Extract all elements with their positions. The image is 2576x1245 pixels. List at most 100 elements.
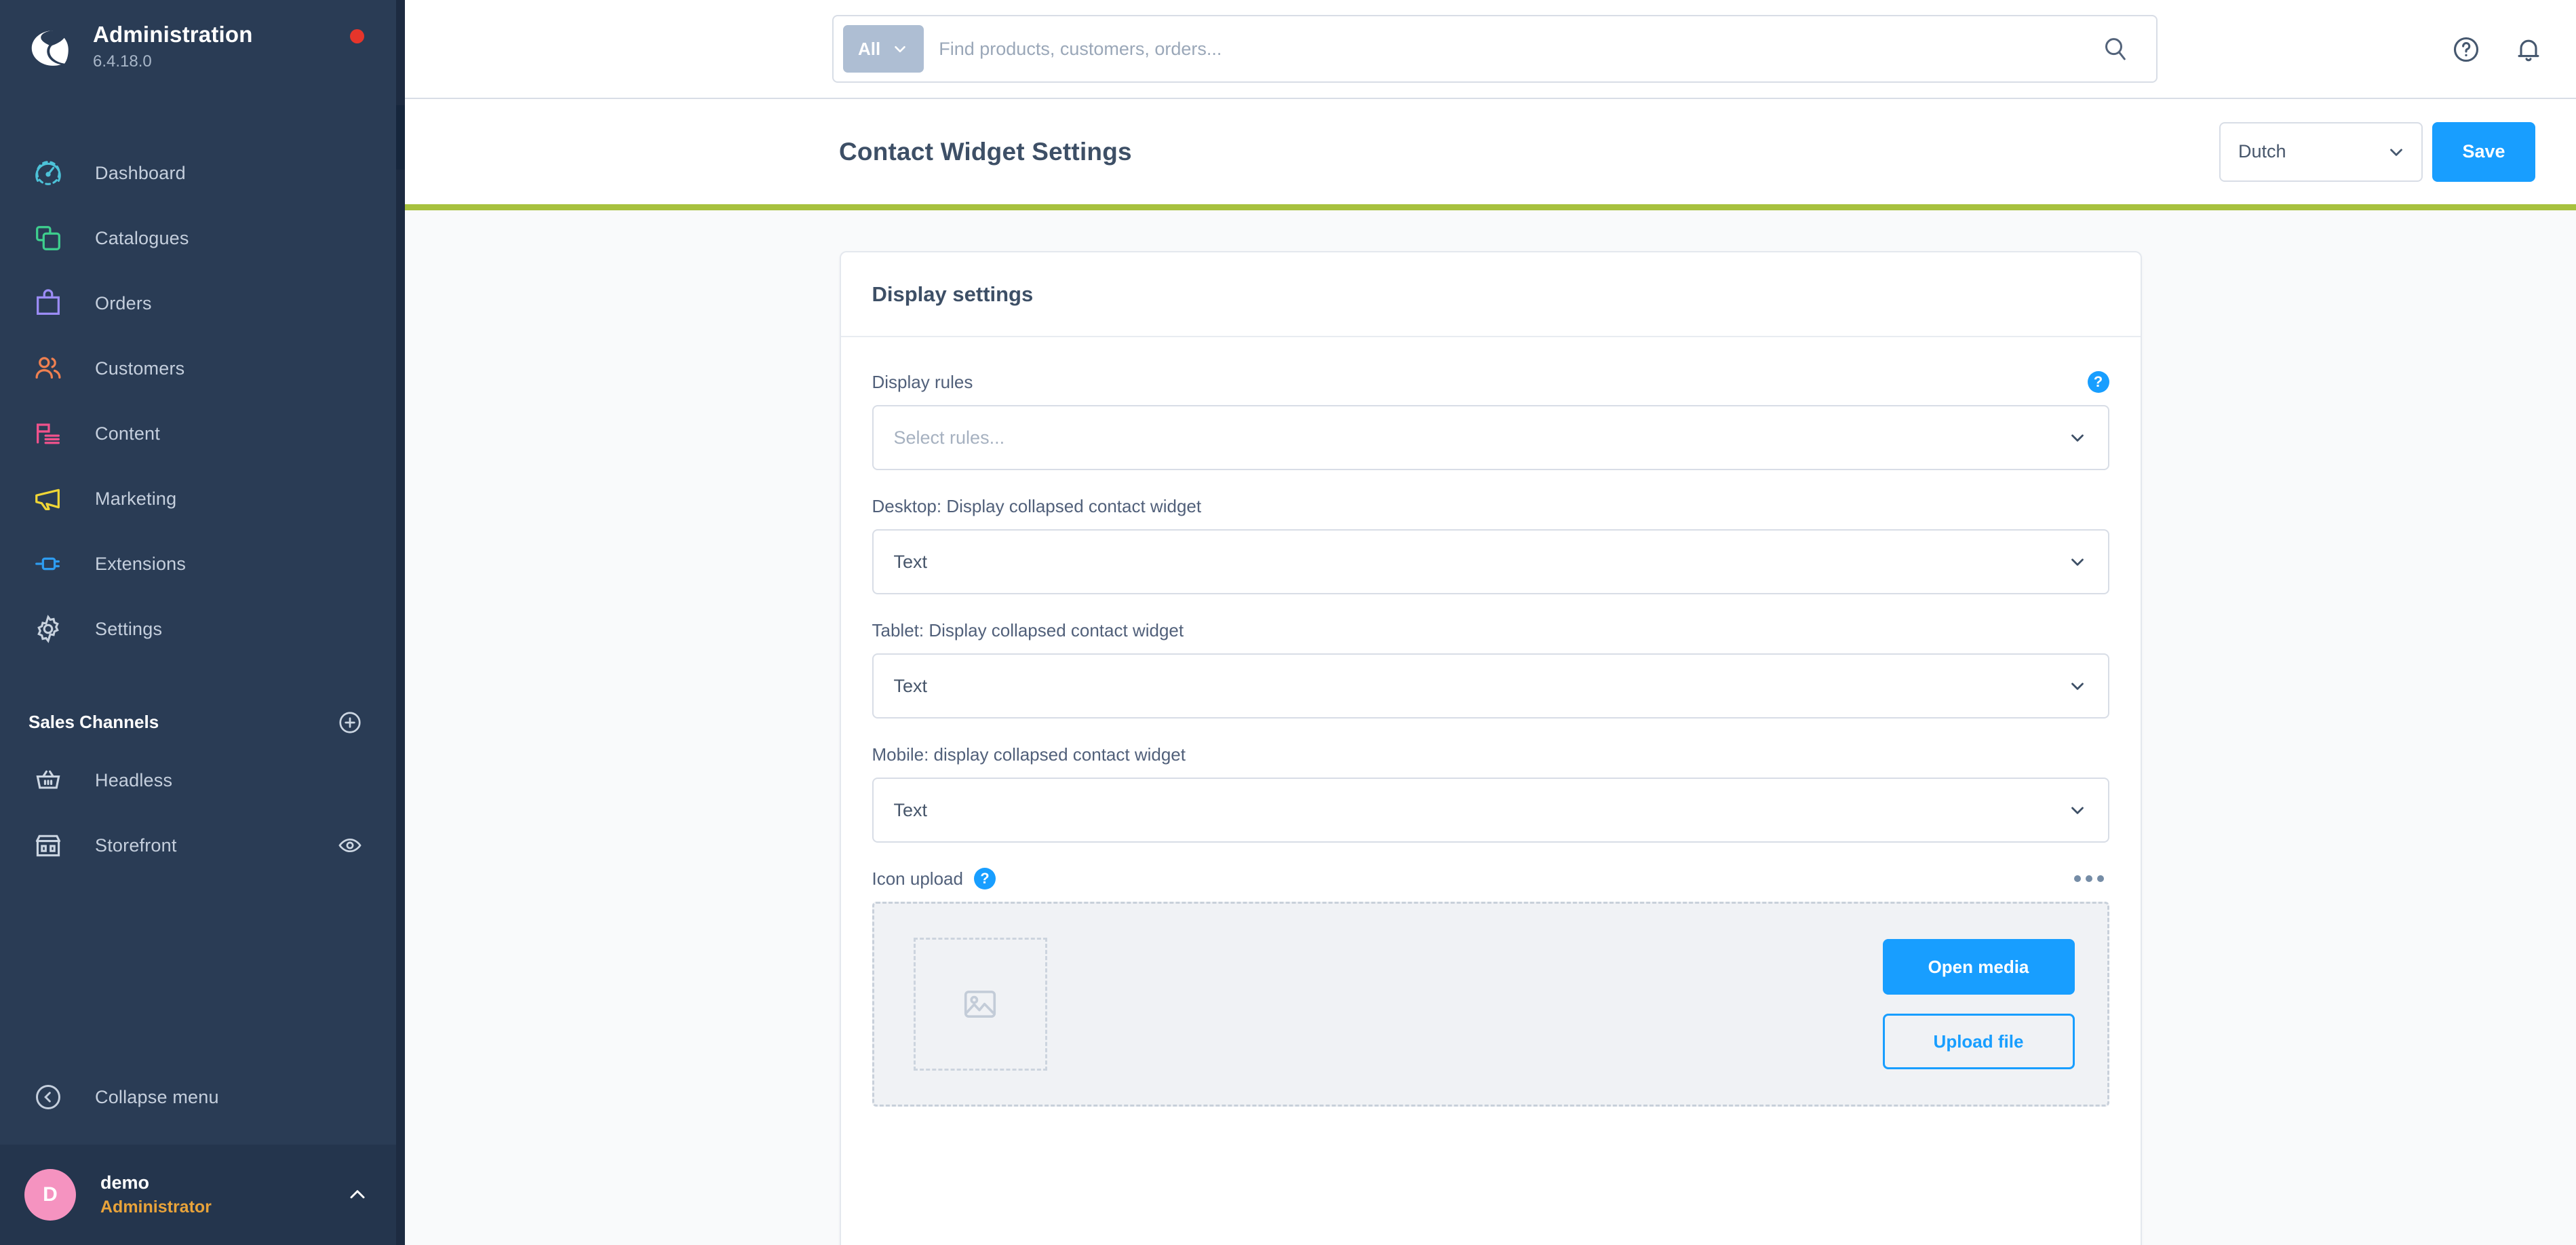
copy-icon [28, 218, 68, 258]
collapse-menu-label: Collapse menu [95, 1086, 219, 1107]
save-button[interactable]: Save [2432, 121, 2535, 182]
question-circle-icon[interactable] [2451, 35, 2481, 64]
sidebar-item-orders[interactable]: Orders [0, 271, 405, 336]
display-settings-card: Display settings Display rules ? Select … [839, 251, 2142, 1245]
select-value: Text [893, 675, 928, 696]
main-area: All Find products, customers, orders... … [405, 0, 2576, 1245]
topbar-actions [2451, 0, 2543, 99]
sidebar-item-storefront[interactable]: Storefront [0, 813, 405, 878]
chevron-up-icon[interactable] [345, 1183, 370, 1207]
speedometer-icon [28, 153, 68, 193]
upload-file-button[interactable]: Upload file [1882, 1014, 2075, 1069]
sidebar-item-settings[interactable]: Settings [0, 596, 405, 662]
sidebar-item-label: Storefront [95, 835, 177, 856]
select-value: Select rules... [893, 427, 1005, 448]
field-label-row: Mobile: display collapsed contact widget [872, 742, 2109, 767]
sidebar-scrollbar-thumb[interactable] [396, 105, 405, 170]
card-header: Display settings [840, 252, 2141, 337]
mobile-collapsed-widget-select[interactable]: Text [872, 778, 2109, 843]
field-mobile-collapsed-widget: Mobile: display collapsed contact widget… [872, 742, 2109, 843]
sidebar-item-label: Settings [95, 618, 163, 639]
media-preview-placeholder[interactable] [913, 938, 1047, 1071]
sidebar-item-content[interactable]: Content [0, 401, 405, 466]
megaphone-icon [28, 479, 68, 518]
question-badge-icon[interactable]: ? [973, 868, 996, 889]
sidebar-item-label: Catalogues [95, 227, 189, 248]
search-scope-label: All [858, 38, 881, 59]
plug-icon [28, 544, 68, 583]
user-bar[interactable]: D demo Administrator [0, 1145, 405, 1245]
update-status-dot [350, 29, 364, 43]
bag-icon [28, 284, 68, 323]
app-root: Administration 6.4.18.0 Dashboard Catalo… [0, 0, 2576, 1245]
sidebar-item-dashboard[interactable]: Dashboard [0, 140, 405, 206]
chevron-down-icon [2386, 142, 2406, 162]
sidebar-item-customers[interactable]: Customers [0, 336, 405, 401]
sidebar-item-label: Marketing [95, 488, 177, 509]
card-title: Display settings [872, 282, 1034, 306]
field-label-row: Display rules ? [872, 370, 2109, 394]
language-select-value: Dutch [2238, 141, 2286, 161]
app-title: Administration [93, 22, 253, 47]
search-scope-selector[interactable]: All [843, 25, 924, 73]
sidebar-item-headless[interactable]: Headless [0, 748, 405, 813]
storefront-icon [28, 826, 68, 865]
select-value: Text [893, 551, 928, 572]
sidebar-scrollbar-track[interactable] [396, 0, 405, 1245]
chevron-down-icon [2067, 427, 2088, 448]
field-label: Mobile: display collapsed contact widget [872, 744, 1186, 765]
field-label-row: Tablet: Display collapsed contact widget [872, 618, 2109, 643]
field-label-row: Desktop: Display collapsed contact widge… [872, 494, 2109, 518]
page-header-actions: Dutch Save [2219, 99, 2535, 204]
media-actions: Open media Upload file [1882, 939, 2075, 1069]
field-label: Tablet: Display collapsed contact widget [872, 619, 1184, 640]
sidebar-item-label: Content [95, 423, 160, 444]
eye-icon[interactable] [337, 832, 363, 858]
field-label: Display rules [872, 371, 973, 392]
tablet-collapsed-widget-select[interactable]: Text [872, 653, 2109, 719]
desktop-collapsed-widget-select[interactable]: Text [872, 529, 2109, 594]
sidebar-item-catalogues[interactable]: Catalogues [0, 206, 405, 271]
search-icon[interactable] [2084, 35, 2147, 62]
field-icon-upload: Icon upload ? Open media Upload file [872, 866, 2109, 1107]
sidebar-item-label: Headless [95, 769, 173, 790]
basket-icon [28, 761, 68, 800]
primary-navigation: Dashboard Catalogues Orders Customers Co… [0, 98, 405, 662]
sidebar: Administration 6.4.18.0 Dashboard Catalo… [0, 0, 405, 1245]
open-media-button[interactable]: Open media [1882, 939, 2075, 995]
gear-icon [28, 609, 68, 649]
field-desktop-collapsed-widget: Desktop: Display collapsed contact widge… [872, 494, 2109, 594]
sidebar-item-label: Orders [95, 292, 152, 313]
content-area: Display settings Display rules ? Select … [405, 210, 2576, 1245]
field-label-row: Icon upload ? [872, 866, 2109, 891]
language-select[interactable]: Dutch [2219, 121, 2423, 182]
question-badge-icon[interactable]: ? [2087, 371, 2109, 393]
search-input[interactable] [939, 38, 2084, 60]
plus-circle-icon[interactable] [337, 710, 363, 735]
media-dropzone[interactable]: Open media Upload file [872, 902, 2109, 1107]
sidebar-item-label: Customers [95, 358, 185, 379]
sales-channels-title: Sales Channels [28, 712, 159, 732]
chevron-down-icon [2067, 552, 2088, 572]
chevron-down-icon [2067, 800, 2088, 820]
sidebar-item-label: Extensions [95, 553, 187, 574]
page-accent-bar [405, 204, 2576, 210]
sidebar-item-label: Dashboard [95, 162, 186, 183]
page-title: Contact Widget Settings [839, 137, 1132, 166]
brand-header: Administration 6.4.18.0 [0, 0, 405, 98]
content-icon [28, 414, 68, 453]
ellipsis-icon[interactable] [2069, 870, 2109, 887]
users-icon [28, 349, 68, 388]
global-search: All [832, 15, 2158, 83]
sidebar-item-extensions[interactable]: Extensions [0, 531, 405, 596]
display-rules-select[interactable]: Select rules... [872, 405, 2109, 470]
sidebar-item-marketing[interactable]: Marketing [0, 466, 405, 531]
collapse-menu-button[interactable]: Collapse menu [0, 1065, 405, 1130]
chevron-down-icon [2067, 676, 2088, 696]
field-tablet-collapsed-widget: Tablet: Display collapsed contact widget… [872, 618, 2109, 719]
avatar: D [24, 1169, 76, 1221]
user-meta: demo Administrator [100, 1172, 345, 1217]
bell-icon[interactable] [2514, 35, 2543, 64]
field-display-rules: Display rules ? Select rules... [872, 370, 2109, 470]
